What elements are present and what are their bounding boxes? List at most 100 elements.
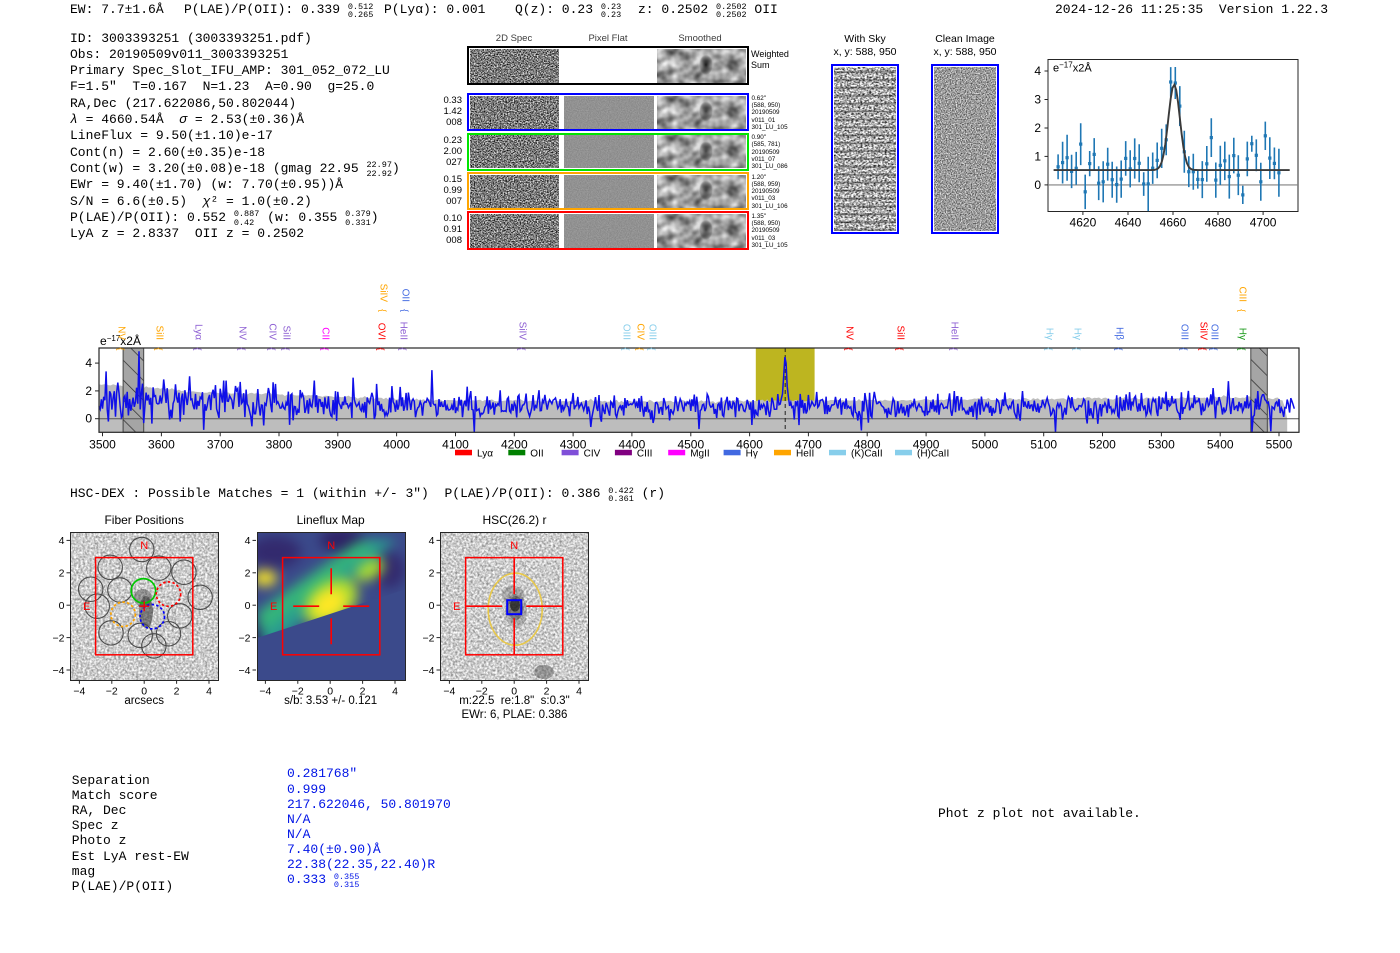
- svg-text:−4: −4: [423, 665, 435, 677]
- svg-text:3800: 3800: [266, 437, 293, 451]
- svg-text:{: {: [1237, 309, 1247, 312]
- svg-text:3600: 3600: [148, 437, 175, 451]
- svg-text:CIV: CIV: [584, 449, 601, 460]
- svg-text:N: N: [140, 540, 148, 552]
- svg-text:NV: NV: [844, 326, 855, 340]
- svg-text:4: 4: [245, 535, 251, 547]
- svg-text:4660: 4660: [1160, 216, 1187, 230]
- svg-text:4640: 4640: [1115, 216, 1142, 230]
- svg-text:4700: 4700: [1250, 216, 1277, 230]
- svg-text:3: 3: [1034, 93, 1041, 107]
- svg-text:5300: 5300: [1148, 437, 1175, 451]
- svg-text:OIII: OIII: [1179, 324, 1190, 340]
- svg-text:4000: 4000: [383, 437, 410, 451]
- svg-text:OII: OII: [530, 449, 543, 460]
- svg-text:−2: −2: [53, 632, 65, 644]
- svg-text:0: 0: [85, 412, 92, 426]
- svg-text:{: {: [517, 347, 527, 350]
- svg-text:{: {: [844, 347, 854, 350]
- svg-text:2: 2: [429, 568, 435, 580]
- svg-text:{: {: [1179, 347, 1189, 350]
- svg-text:OIII: OIII: [621, 324, 632, 340]
- svg-text:{: {: [647, 347, 657, 350]
- svg-text:N: N: [511, 540, 519, 552]
- svg-text:SiIV: SiIV: [517, 322, 528, 341]
- svg-text:e−17x2Å: e−17x2Å: [1053, 60, 1092, 75]
- svg-text:CIV: CIV: [267, 323, 278, 340]
- svg-text:{: {: [154, 347, 164, 350]
- svg-text:SiIV: SiIV: [1198, 322, 1209, 341]
- svg-text:SiII: SiII: [154, 326, 165, 340]
- svg-text:{: {: [376, 347, 386, 350]
- svg-text:Lyα: Lyα: [477, 449, 493, 460]
- svg-text:{: {: [1072, 347, 1082, 350]
- svg-text:E: E: [453, 601, 460, 613]
- svg-text:{: {: [193, 347, 203, 350]
- svg-text:{: {: [116, 347, 126, 350]
- svg-text:0: 0: [429, 600, 435, 612]
- svg-text:−4: −4: [239, 665, 251, 677]
- svg-text:{: {: [237, 347, 247, 350]
- svg-text:OVI: OVI: [376, 323, 387, 340]
- svg-text:−2: −2: [239, 632, 251, 644]
- svg-text:0: 0: [59, 600, 65, 612]
- svg-text:3900: 3900: [324, 437, 351, 451]
- svg-text:CIII: CIII: [1237, 286, 1248, 302]
- svg-text:{: {: [1198, 347, 1208, 350]
- svg-text:2: 2: [85, 384, 92, 398]
- svg-text:0: 0: [1034, 178, 1041, 192]
- svg-text:SiII: SiII: [895, 326, 906, 340]
- svg-text:{: {: [895, 347, 905, 350]
- svg-text:{: {: [281, 347, 291, 350]
- svg-text:{: {: [400, 309, 410, 312]
- svg-text:{: {: [635, 347, 645, 350]
- svg-text:Lyα: Lyα: [193, 324, 204, 340]
- svg-text:−2: −2: [423, 632, 435, 644]
- svg-text:{: {: [1044, 347, 1054, 350]
- svg-text:NV: NV: [116, 326, 127, 340]
- svg-text:{: {: [1237, 347, 1247, 350]
- svg-text:Hγ: Hγ: [1072, 328, 1083, 340]
- svg-text:{: {: [398, 347, 408, 350]
- svg-text:E: E: [83, 601, 90, 613]
- svg-text:(K)CaII: (K)CaII: [851, 449, 883, 460]
- svg-text:MgII: MgII: [690, 449, 709, 460]
- svg-text:2: 2: [1034, 121, 1041, 135]
- svg-text:{: {: [1209, 347, 1219, 350]
- svg-text:OII: OII: [400, 289, 411, 302]
- svg-text:(H)CaII: (H)CaII: [917, 449, 949, 460]
- svg-text:Hγ: Hγ: [1237, 328, 1248, 340]
- svg-text:4: 4: [59, 535, 65, 547]
- svg-text:4680: 4680: [1205, 216, 1232, 230]
- svg-text:4: 4: [429, 535, 435, 547]
- svg-text:2: 2: [59, 568, 65, 580]
- svg-text:4620: 4620: [1070, 216, 1097, 230]
- svg-text:{: {: [1114, 347, 1124, 350]
- svg-text:HeII: HeII: [398, 322, 409, 340]
- svg-text:5400: 5400: [1207, 437, 1234, 451]
- svg-text:CII: CII: [320, 327, 331, 340]
- svg-text:Hβ: Hβ: [1114, 327, 1125, 340]
- svg-text:HeII: HeII: [949, 322, 960, 340]
- svg-text:HeII: HeII: [796, 449, 814, 460]
- svg-text:5500: 5500: [1266, 437, 1293, 451]
- svg-text:{: {: [378, 309, 388, 312]
- svg-text:−4: −4: [53, 665, 65, 677]
- svg-text:0: 0: [245, 600, 251, 612]
- svg-text:{: {: [621, 347, 631, 350]
- svg-text:NV: NV: [237, 326, 248, 340]
- svg-text:CIV: CIV: [635, 323, 646, 340]
- svg-text:4: 4: [1034, 64, 1041, 78]
- svg-text:5000: 5000: [972, 437, 999, 451]
- svg-text:E: E: [270, 601, 277, 613]
- svg-text:SiIV: SiIV: [378, 284, 389, 303]
- svg-text:{: {: [320, 347, 330, 350]
- svg-text:4100: 4100: [442, 437, 469, 451]
- svg-text:Hγ: Hγ: [746, 449, 758, 460]
- svg-text:3500: 3500: [89, 437, 116, 451]
- svg-text:{: {: [267, 347, 277, 350]
- svg-text:5200: 5200: [1089, 437, 1116, 451]
- svg-text:{: {: [949, 347, 959, 350]
- svg-text:CIII: CIII: [637, 449, 653, 460]
- svg-text:N: N: [327, 540, 335, 552]
